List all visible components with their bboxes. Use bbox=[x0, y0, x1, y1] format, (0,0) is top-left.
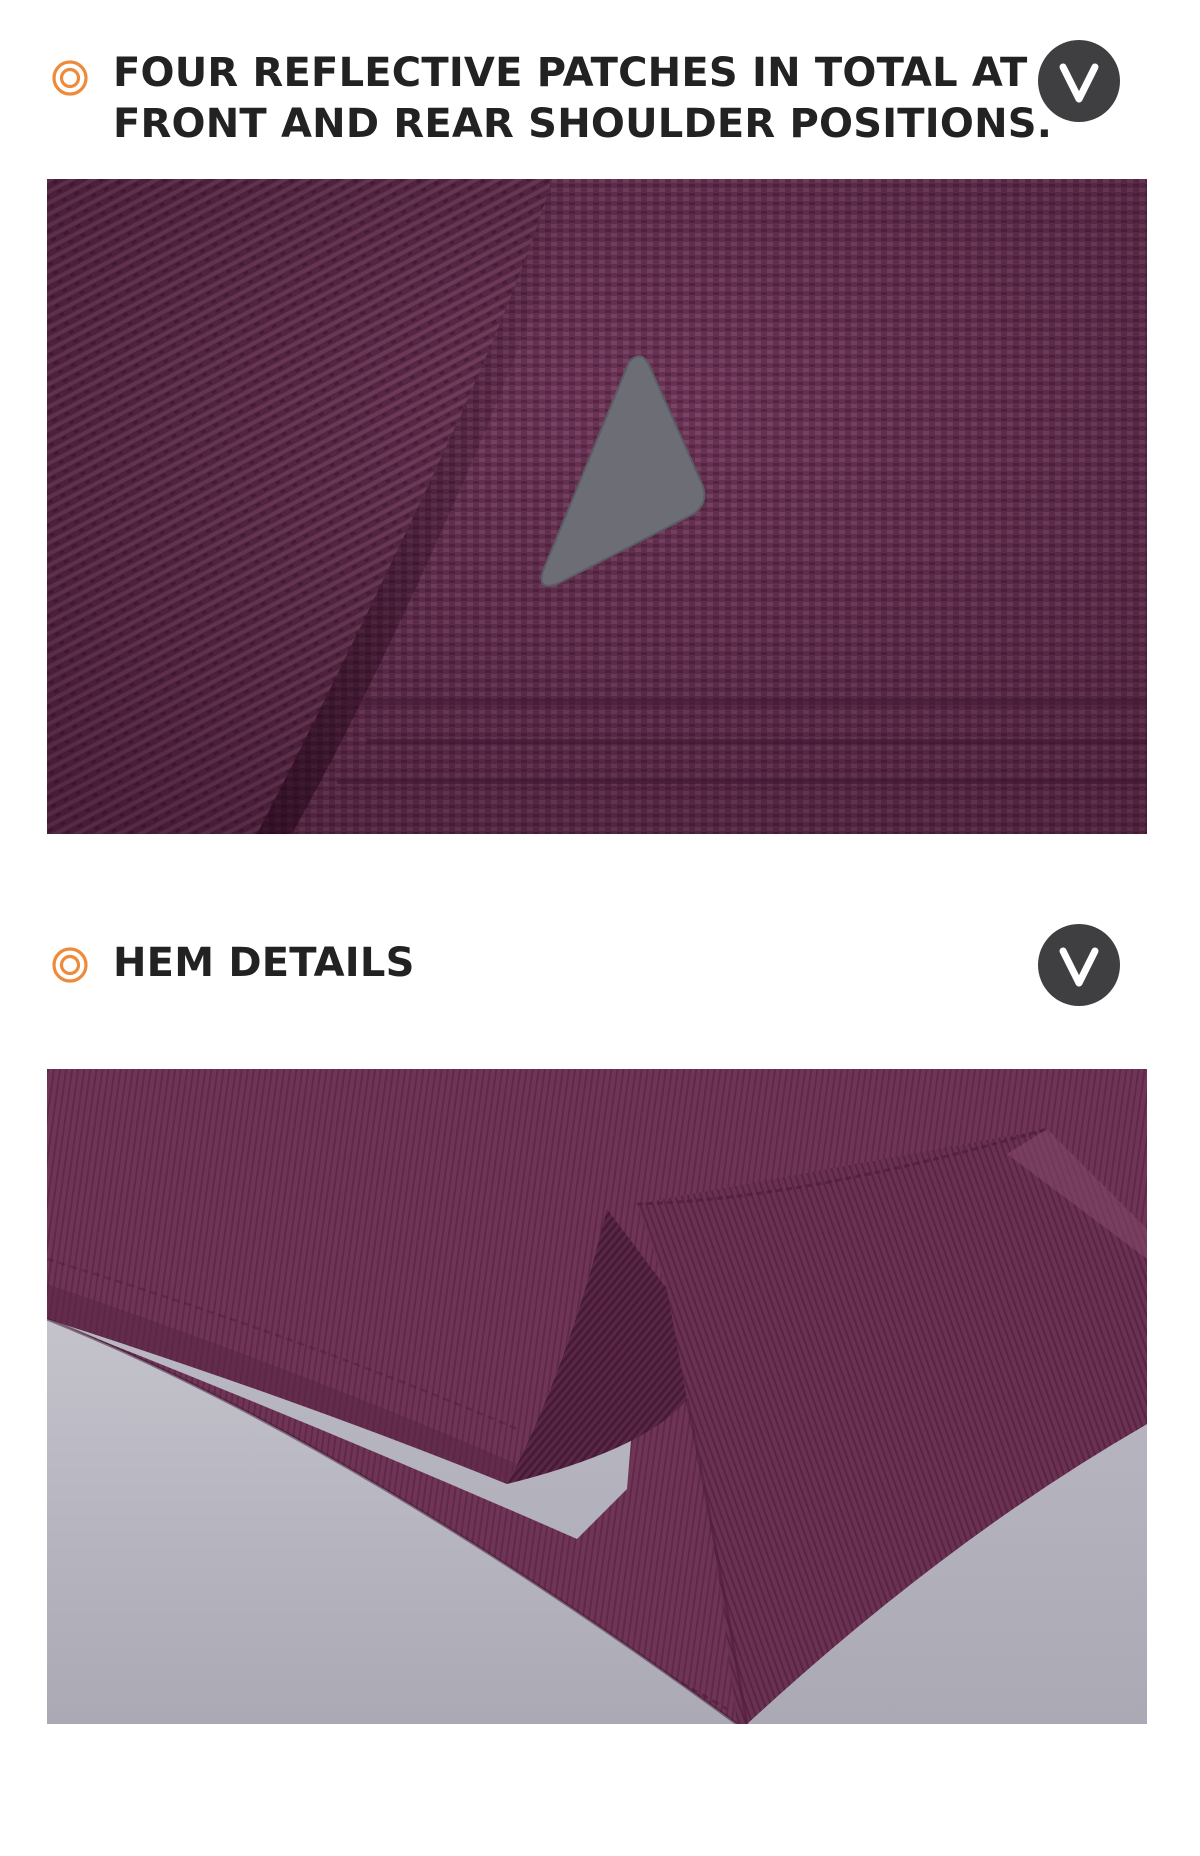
target-bullet-icon bbox=[52, 947, 88, 983]
target-bullet-icon bbox=[52, 60, 88, 96]
section-header-hem-details: HEM DETAILS bbox=[0, 920, 1200, 1030]
section-title-hem-details: HEM DETAILS bbox=[113, 938, 415, 989]
section-title-line: HEM DETAILS bbox=[113, 940, 415, 986]
section-title-reflective-patches: FOUR REFLECTIVE PATCHES IN TOTAL AT FRON… bbox=[113, 48, 1052, 150]
expand-badge-button[interactable] bbox=[1038, 924, 1120, 1006]
section-title-line: FOUR REFLECTIVE PATCHES IN TOTAL AT bbox=[113, 50, 1028, 96]
v-chevron-icon bbox=[1059, 947, 1099, 987]
section-title-line: FRONT AND REAR SHOULDER POSITIONS. bbox=[113, 101, 1053, 147]
hem-detail-photo bbox=[47, 1069, 1147, 1724]
expand-badge-button[interactable] bbox=[1038, 40, 1120, 122]
fabric-shoulder-photo bbox=[47, 179, 1147, 834]
section-header-reflective-patches: FOUR REFLECTIVE PATCHES IN TOTAL AT FRON… bbox=[0, 30, 1200, 160]
v-chevron-icon bbox=[1059, 63, 1099, 103]
